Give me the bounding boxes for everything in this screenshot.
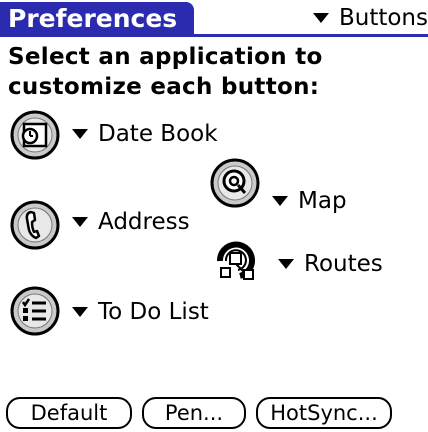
hard-button-4-icon xyxy=(212,240,260,282)
dropdown-triangle-icon xyxy=(272,196,288,206)
app-picker-3[interactable]: Address xyxy=(72,208,190,236)
app-picker-4-label: Routes xyxy=(304,251,383,277)
title-bar: Preferences Buttons xyxy=(0,0,428,37)
dropdown-triangle-icon xyxy=(278,259,294,269)
app-picker-5-label: To Do List xyxy=(98,299,209,325)
hard-button-5-icon xyxy=(10,286,60,336)
hotsync-button[interactable]: HotSync... xyxy=(256,397,392,429)
app-picker-4[interactable]: Routes xyxy=(278,250,383,278)
app-picker-1-label: Date Book xyxy=(98,121,218,147)
category-picker[interactable]: Buttons xyxy=(312,2,428,34)
instruction-text: Select an application to customize each … xyxy=(8,42,323,102)
map-icon xyxy=(210,158,260,208)
default-button[interactable]: Default xyxy=(6,397,132,429)
calendar-icon xyxy=(10,110,60,160)
hard-button-1-icon xyxy=(10,110,60,160)
form-title: Preferences xyxy=(0,2,194,36)
dropdown-triangle-icon xyxy=(72,217,88,227)
pen-button[interactable]: Pen... xyxy=(142,397,246,429)
app-picker-2[interactable]: Map xyxy=(272,187,347,215)
dropdown-triangle-icon xyxy=(312,13,329,23)
checklist-icon xyxy=(10,286,60,336)
dropdown-triangle-icon xyxy=(72,307,88,317)
instruction-line-2: customize each button: xyxy=(8,74,320,100)
app-picker-5[interactable]: To Do List xyxy=(72,298,209,326)
app-picker-3-label: Address xyxy=(98,209,190,235)
dropdown-triangle-icon xyxy=(72,129,88,139)
title-underline xyxy=(0,34,428,37)
instruction-line-1: Select an application to xyxy=(8,44,323,70)
app-picker-2-label: Map xyxy=(298,188,347,214)
phone-icon xyxy=(10,200,60,250)
hard-button-3-icon xyxy=(10,200,60,250)
hard-button-2-icon xyxy=(210,158,260,208)
app-picker-1[interactable]: Date Book xyxy=(72,120,218,148)
routes-icon xyxy=(216,241,255,280)
category-label: Buttons xyxy=(338,5,428,31)
